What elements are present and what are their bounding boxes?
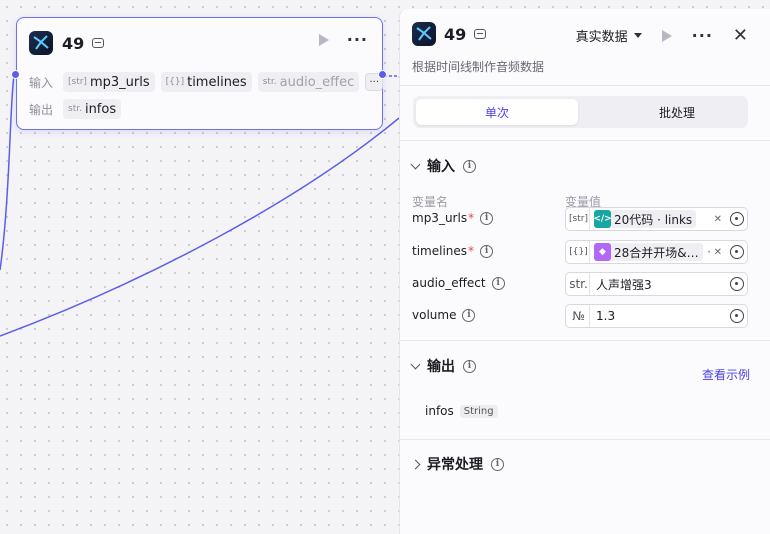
code-node-icon: </> bbox=[593, 210, 612, 228]
info-icon[interactable]: i bbox=[462, 308, 476, 322]
param-label-volume: volume i bbox=[412, 308, 476, 322]
node-input-port[interactable] bbox=[11, 70, 20, 79]
plugin-logo-icon bbox=[412, 22, 436, 46]
param-value-volume[interactable]: № 1.3 bbox=[565, 304, 748, 328]
input-tag-audio-effect: str. audio_effec bbox=[257, 72, 360, 92]
variable-settings-icon[interactable] bbox=[730, 309, 744, 323]
variable-settings-icon[interactable] bbox=[730, 277, 744, 291]
chevron-right-icon bbox=[410, 459, 421, 469]
param-value-audio-effect[interactable]: str. 人声增强3 bbox=[565, 272, 748, 296]
info-icon[interactable]: i bbox=[463, 159, 476, 173]
info-icon[interactable]: i bbox=[463, 359, 476, 373]
node-title: 49 bbox=[62, 33, 85, 53]
data-mode-dropdown[interactable]: 真实数据 bbox=[576, 26, 642, 45]
plugin-logo-icon bbox=[29, 31, 53, 55]
clear-icon[interactable]: ✕ bbox=[714, 214, 722, 225]
param-value-mp3-urls[interactable]: [str] </> 20代码 · links ✕ bbox=[565, 207, 748, 231]
node-output-port[interactable] bbox=[378, 70, 387, 79]
info-icon[interactable]: i bbox=[480, 211, 494, 225]
run-node-play-icon[interactable] bbox=[318, 34, 329, 46]
run-mode-tabs: 单次 批处理 bbox=[413, 96, 748, 128]
col-var-name: 变量名 bbox=[412, 195, 449, 209]
variable-settings-icon[interactable] bbox=[730, 245, 744, 259]
node-type-icon bbox=[474, 29, 487, 39]
input-section-header[interactable]: 输入 i bbox=[410, 156, 476, 176]
input-tag-mp3-urls: [str] mp3_urls bbox=[63, 72, 155, 92]
error-handling-section-header[interactable]: 异常处理 i bbox=[410, 454, 504, 474]
info-icon[interactable]: i bbox=[491, 457, 504, 471]
node-description: 根据时间线制作音频数据 bbox=[412, 60, 545, 74]
node-type-icon bbox=[92, 38, 105, 48]
param-label-mp3-urls: mp3_urls * i bbox=[412, 211, 494, 225]
node-config-panel: 49 真实数据 ··· ✕ 根据时间线制作音频数据 单次 批处理 输入 i 变量… bbox=[399, 9, 770, 534]
info-icon[interactable]: i bbox=[491, 276, 505, 290]
variable-settings-icon[interactable] bbox=[730, 212, 744, 226]
output-item-infos: infos String bbox=[425, 404, 498, 418]
input-tag-timelines: [{}] timelines bbox=[160, 72, 252, 92]
output-label: 输出 bbox=[29, 102, 54, 117]
view-example-link[interactable]: 查看示例 bbox=[702, 366, 750, 383]
input-label: 输入 bbox=[29, 75, 54, 90]
param-value-timelines[interactable]: [{}] ◆ 28合并开场&… · ✕ bbox=[565, 240, 748, 264]
caret-down-icon bbox=[633, 33, 642, 38]
chevron-down-icon bbox=[410, 359, 421, 369]
panel-title: 49 bbox=[444, 24, 467, 44]
node-output-row: 输出 str. infos bbox=[29, 99, 122, 119]
output-section-header[interactable]: 输出 i bbox=[410, 356, 476, 376]
chevron-down-icon bbox=[410, 159, 421, 169]
close-icon[interactable]: ✕ bbox=[733, 26, 748, 44]
run-play-icon[interactable] bbox=[661, 29, 672, 42]
param-label-audio-effect: audio_effect i bbox=[412, 276, 505, 290]
cube-node-icon: ◆ bbox=[594, 243, 611, 261]
panel-more-icon[interactable]: ··· bbox=[692, 27, 713, 43]
output-tag-infos: str. infos bbox=[63, 99, 122, 119]
tab-single[interactable]: 单次 bbox=[416, 99, 578, 125]
node-more-icon[interactable]: ··· bbox=[347, 32, 368, 48]
workflow-node-card[interactable]: 49 ··· 输入 [str] mp3_urls [{}] timelines st… bbox=[16, 17, 384, 130]
param-label-timelines: timelines * i bbox=[412, 244, 494, 258]
tab-batch[interactable]: 批处理 bbox=[596, 99, 758, 125]
info-icon[interactable]: i bbox=[480, 244, 494, 258]
node-input-row: 输入 [str] mp3_urls [{}] timelines str. audio… bbox=[29, 72, 384, 92]
clear-icon[interactable]: ✕ bbox=[714, 247, 722, 258]
